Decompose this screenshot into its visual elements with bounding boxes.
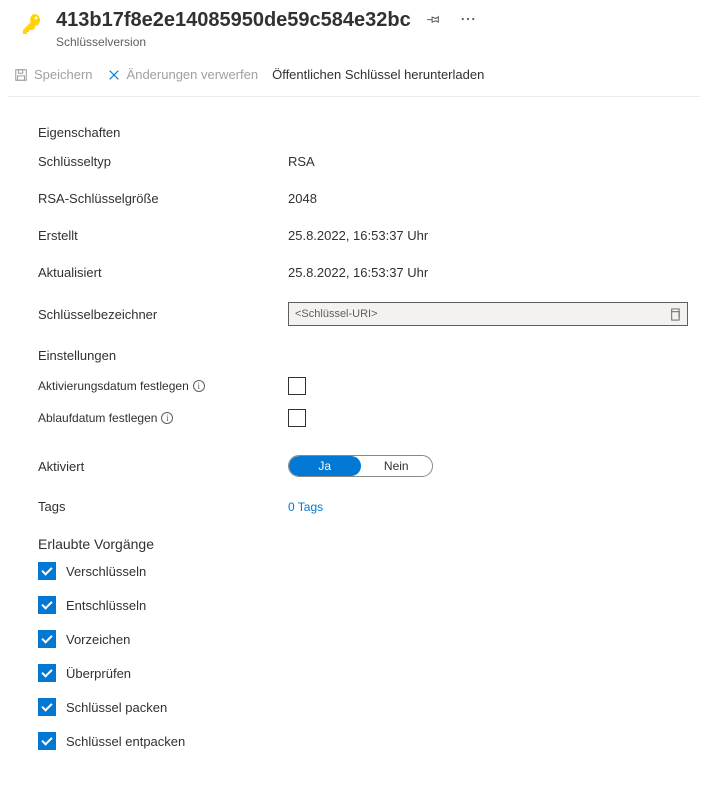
op-decrypt: Entschlüsseln	[38, 596, 700, 614]
op-wrap-label: Schlüssel packen	[66, 700, 167, 715]
toolbar: Speichern Änderungen verwerfen Öffentlic…	[8, 63, 700, 97]
op-wrap: Schlüssel packen	[38, 698, 700, 716]
discard-button: Änderungen verwerfen	[101, 63, 265, 86]
key-type-value: RSA	[288, 154, 315, 169]
op-unwrap-checkbox[interactable]	[38, 732, 56, 750]
properties-heading: Eigenschaften	[38, 125, 700, 140]
settings-heading: Einstellungen	[38, 348, 700, 363]
op-encrypt-label: Verschlüsseln	[66, 564, 146, 579]
copy-icon[interactable]	[668, 308, 681, 321]
key-id-label: Schlüsselbezeichner	[38, 307, 288, 322]
updated-label: Aktualisiert	[38, 265, 288, 280]
tags-label: Tags	[38, 499, 288, 514]
key-id-value: <Schlüssel-URI>	[295, 308, 668, 320]
save-label: Speichern	[34, 67, 93, 82]
op-verify: Überprüfen	[38, 664, 700, 682]
page-header: 413b17f8e2e14085950de59c584e32bc Schlüss…	[20, 8, 700, 49]
expiry-date-checkbox[interactable]	[288, 409, 306, 427]
op-decrypt-checkbox[interactable]	[38, 596, 56, 614]
op-verify-checkbox[interactable]	[38, 664, 56, 682]
key-icon	[20, 12, 44, 36]
key-id-field[interactable]: <Schlüssel-URI>	[288, 302, 688, 326]
info-icon[interactable]: i	[193, 380, 205, 392]
tags-link[interactable]: 0 Tags	[288, 500, 323, 514]
expiry-date-label: Ablaufdatum festlegen i	[38, 411, 288, 425]
download-public-key-button[interactable]: Öffentlichen Schlüssel herunterladen	[266, 63, 490, 86]
info-icon[interactable]: i	[161, 412, 173, 424]
page-subtitle: Schlüsselversion	[56, 35, 700, 49]
updated-value: 25.8.2022, 16:53:37 Uhr	[288, 265, 428, 280]
op-encrypt: Verschlüsseln	[38, 562, 700, 580]
key-size-label: RSA-Schlüsselgröße	[38, 191, 288, 206]
op-unwrap-label: Schlüssel entpacken	[66, 734, 185, 749]
page-title: 413b17f8e2e14085950de59c584e32bc	[56, 9, 411, 32]
operations-heading: Erlaubte Vorgänge	[38, 536, 700, 552]
op-decrypt-label: Entschlüsseln	[66, 598, 146, 613]
activation-date-checkbox[interactable]	[288, 377, 306, 395]
op-wrap-checkbox[interactable]	[38, 698, 56, 716]
op-verify-label: Überprüfen	[66, 666, 131, 681]
activation-date-label: Aktivierungsdatum festlegen i	[38, 379, 288, 393]
download-label: Öffentlichen Schlüssel herunterladen	[272, 67, 484, 82]
op-sign: Vorzeichen	[38, 630, 700, 648]
key-size-value: 2048	[288, 191, 317, 206]
op-unwrap: Schlüssel entpacken	[38, 732, 700, 750]
created-value: 25.8.2022, 16:53:37 Uhr	[288, 228, 428, 243]
key-type-label: Schlüsseltyp	[38, 154, 288, 169]
op-sign-label: Vorzeichen	[66, 632, 130, 647]
enabled-label: Aktiviert	[38, 459, 288, 474]
created-label: Erstellt	[38, 228, 288, 243]
save-button: Speichern	[8, 63, 99, 86]
more-button[interactable]	[457, 8, 479, 33]
enabled-toggle[interactable]: Ja Nein	[288, 455, 433, 477]
toggle-no[interactable]: Nein	[361, 456, 433, 476]
pin-button[interactable]	[423, 8, 445, 33]
op-encrypt-checkbox[interactable]	[38, 562, 56, 580]
op-sign-checkbox[interactable]	[38, 630, 56, 648]
toggle-yes[interactable]: Ja	[289, 456, 361, 476]
discard-label: Änderungen verwerfen	[127, 67, 259, 82]
